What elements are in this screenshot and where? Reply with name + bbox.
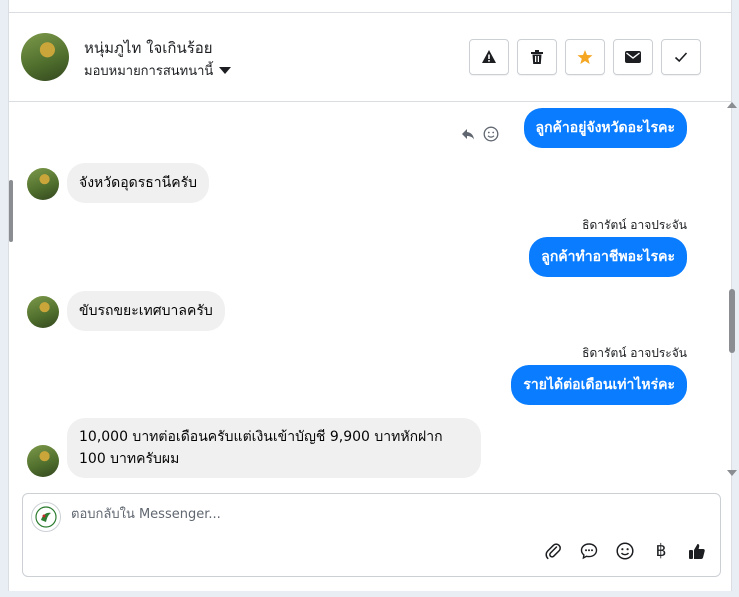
mark-unread-button[interactable] <box>613 39 653 75</box>
contact-avatar-small <box>27 445 59 477</box>
message-incoming: ขับรถขยะเทศบาลครับ <box>67 291 225 331</box>
star-icon <box>577 50 593 64</box>
envelope-icon <box>625 51 641 63</box>
check-icon <box>674 52 688 63</box>
sender-name: ธิดารัตน์ อาจประจัน <box>582 218 687 232</box>
message-outgoing: รายได้ต่อเดือนเท่าไหร่คะ <box>511 365 687 405</box>
contact-avatar-small <box>27 168 59 200</box>
page-logo-icon <box>35 506 57 528</box>
attach-button[interactable] <box>542 540 564 562</box>
messenger-panel: หนุ่มภูไท ใจเกินร้อย มอบหมายการสนทนานี้ <box>8 0 737 591</box>
message-incoming: 10,000 บาทต่อเดือนครับแต่เงินเข้าบัญชี 9… <box>67 418 481 478</box>
reply-icon[interactable] <box>461 128 475 140</box>
thumbs-up-icon <box>689 544 705 559</box>
sender-name: ธิดารัตน์ อาจประจัน <box>582 346 687 360</box>
thread-scrollbar[interactable] <box>727 102 737 478</box>
star-button[interactable] <box>565 39 605 75</box>
emoji-reaction-icon[interactable] <box>483 126 499 142</box>
caret-down-icon <box>219 67 232 74</box>
emoji-icon <box>616 542 634 560</box>
composer-tools: ฿ <box>542 540 708 562</box>
trash-icon <box>531 50 543 64</box>
message-incoming: จังหวัดอุดรธานีครับ <box>67 163 209 203</box>
message-thread: ลูกค้าอยู่จังหวัดอะไรคะ จังหวัดอุดรธานีค… <box>9 102 721 478</box>
message-outgoing: ลูกค้าอยู่จังหวัดอะไรคะ <box>523 108 687 148</box>
message-bubble[interactable]: ขับรถขยะเทศบาลครับ <box>67 291 225 331</box>
scroll-down-icon[interactable] <box>727 470 737 476</box>
baht-icon: ฿ <box>655 541 667 561</box>
message-bubble[interactable]: รายได้ต่อเดือนเท่าไหร่คะ <box>511 365 687 405</box>
delete-button[interactable] <box>517 39 557 75</box>
message-bubble[interactable]: 10,000 บาทต่อเดือนครับแต่เงินเข้าบัญชี 9… <box>67 418 481 478</box>
emoji-button[interactable] <box>614 540 636 562</box>
message-bubble[interactable]: ลูกค้าทำอาชีพอะไรคะ <box>529 237 687 277</box>
message-actions <box>461 126 499 142</box>
conversation-header: หนุ่มภูไท ใจเกินร้อย มอบหมายการสนทนานี้ <box>9 13 731 102</box>
page-avatar <box>31 502 61 532</box>
assign-label: มอบหมายการสนทนานี้ <box>84 64 214 79</box>
message-outgoing: ลูกค้าทำอาชีพอะไรคะ <box>529 237 687 277</box>
contact-avatar[interactable] <box>21 33 69 81</box>
contact-avatar-small <box>27 296 59 328</box>
saved-replies-button[interactable] <box>578 540 600 562</box>
scroll-up-icon[interactable] <box>727 102 737 108</box>
paperclip-icon <box>545 543 561 560</box>
contact-name[interactable]: หนุ่มภูไท ใจเกินร้อย <box>84 36 213 60</box>
spam-button[interactable] <box>469 39 509 75</box>
header-toolbar <box>469 39 701 75</box>
message-bubble[interactable]: จังหวัดอุดรธานีครับ <box>67 163 209 203</box>
reply-input[interactable] <box>69 506 673 523</box>
speech-bubble-icon <box>580 543 598 560</box>
assign-conversation-dropdown[interactable]: มอบหมายการสนทนานี้ <box>84 60 232 81</box>
warning-icon <box>482 50 496 63</box>
scrollbar-thumb[interactable] <box>729 289 735 353</box>
mark-done-button[interactable] <box>661 39 701 75</box>
message-bubble[interactable]: ลูกค้าอยู่จังหวัดอะไรคะ <box>523 108 687 148</box>
like-button[interactable] <box>686 540 708 562</box>
reply-composer: ฿ <box>22 493 721 577</box>
payment-button[interactable]: ฿ <box>650 540 672 562</box>
